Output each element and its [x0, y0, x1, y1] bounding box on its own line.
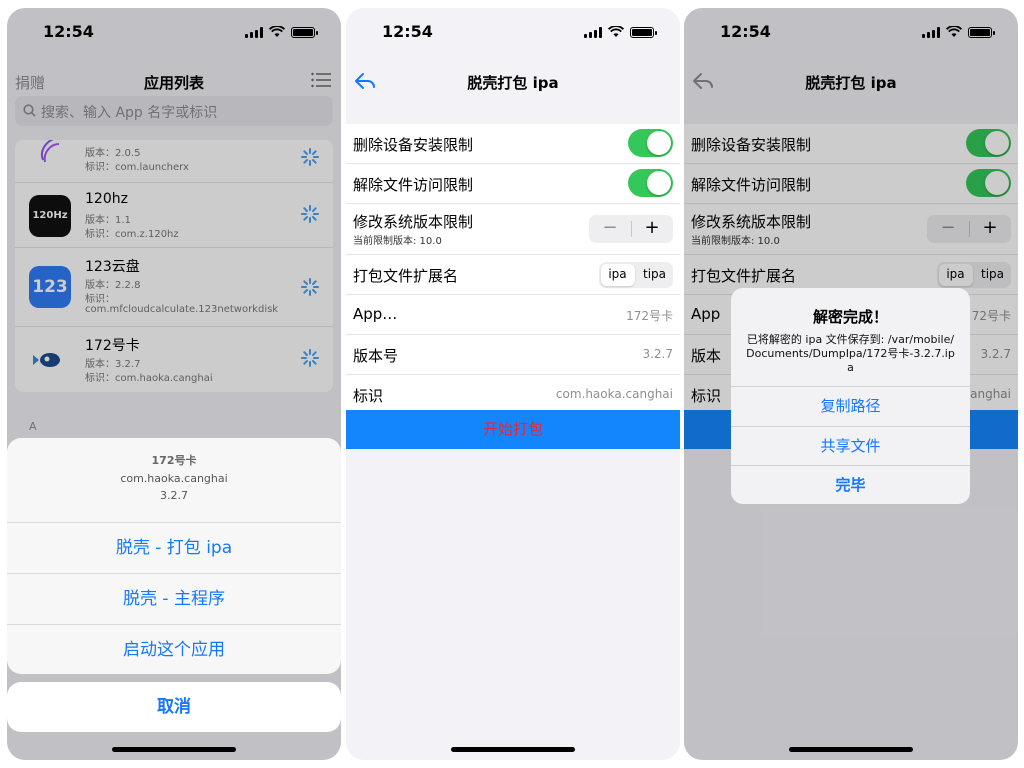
dump-main-binary-button[interactable]: 脱壳 - 主程序 — [7, 574, 341, 625]
nav-bar: 脱壳打包 ipa — [346, 58, 680, 102]
row-label: 解除文件访问限制 — [353, 176, 474, 194]
file-access-row: 解除文件访问限制 — [346, 164, 680, 204]
install-limit-toggle[interactable] — [628, 129, 673, 157]
bundle-id-value: com.haoka.canghai — [555, 387, 673, 401]
dump-complete-screen: 12:54 脱壳打包 ipa 删除设备安装限制 解除文件访问限制 修改系统版本限… — [684, 8, 1018, 760]
row-label: 打包文件扩展名 — [353, 267, 459, 285]
sheet-bundle: com.haoka.canghai — [120, 472, 228, 485]
cellular-signal-icon — [584, 26, 602, 38]
share-file-button[interactable]: 共享文件 — [731, 426, 970, 466]
home-indicator[interactable] — [451, 747, 575, 752]
wifi-icon — [608, 26, 624, 37]
alert-message: 已将解密的 ipa 文件保存到: /var/mobile/Documents/D… — [746, 333, 955, 374]
settings-group: 删除设备安装限制 解除文件访问限制 修改系统版本限制 当前限制版本: 10.0 … — [346, 124, 680, 415]
version-stepper: − + — [589, 215, 673, 243]
action-sheet-header: 172号卡 com.haoka.canghai 3.2.7 — [7, 438, 341, 523]
status-bar: 12:54 — [346, 8, 680, 58]
sheet-title: 172号卡 — [151, 454, 197, 467]
current-limit-note: 当前限制版本: 10.0 — [353, 236, 442, 247]
extension-row: 打包文件扩展名 ipa tipa — [346, 255, 680, 295]
app-list-screen: 12:54 捐赠 应用列表 搜索、输入 App 名字或标识 版本：2.0.5 标… — [7, 8, 341, 760]
page-title: 脱壳打包 ipa — [467, 74, 559, 92]
home-indicator[interactable] — [789, 747, 913, 752]
copy-path-button[interactable]: 复制路径 — [731, 386, 970, 426]
status-time: 12:54 — [382, 22, 433, 41]
done-button[interactable]: 完毕 — [731, 465, 970, 504]
dump-ipa-button[interactable]: 脱壳 - 打包 ipa — [7, 523, 341, 574]
row-label: 删除设备安装限制 — [353, 136, 474, 154]
version-value: 3.2.7 — [642, 347, 673, 361]
row-label: 版本号 — [353, 347, 399, 365]
home-indicator[interactable] — [112, 747, 236, 752]
version-limit-row: 修改系统版本限制 当前限制版本: 10.0 − + — [346, 204, 680, 255]
row-label: App… — [353, 305, 398, 323]
extension-segmented-control: ipa tipa — [599, 262, 673, 288]
battery-icon — [630, 26, 657, 38]
app-value: 172号卡 — [626, 309, 673, 323]
decrypt-complete-alert: 解密完成！ 已将解密的 ipa 文件保存到: /var/mobile/Docum… — [731, 288, 970, 504]
start-packaging-button[interactable]: 开始打包 — [346, 410, 680, 449]
row-label: 标识 — [353, 387, 384, 405]
stepper-minus-button[interactable]: − — [589, 217, 631, 238]
alert-title: 解密完成！ — [812, 308, 888, 326]
bundle-id-row: 标识 com.haoka.canghai — [346, 375, 680, 415]
row-label: 修改系统版本限制 — [353, 213, 474, 231]
segment-tipa[interactable]: tipa — [636, 267, 673, 281]
stepper-plus-button[interactable]: + — [631, 217, 673, 238]
version-row: 版本号 3.2.7 — [346, 335, 680, 375]
file-access-toggle[interactable] — [628, 169, 673, 197]
install-limit-row: 删除设备安装限制 — [346, 124, 680, 164]
segment-ipa[interactable]: ipa — [599, 267, 636, 281]
dump-ipa-screen: 12:54 脱壳打包 ipa 删除设备安装限制 解除文件访问限制 修改系统版本限… — [346, 8, 680, 760]
cancel-button[interactable]: 取消 — [7, 682, 341, 732]
app-row: App… 172号卡 — [346, 295, 680, 335]
sheet-version: 3.2.7 — [160, 489, 188, 502]
action-sheet: 172号卡 com.haoka.canghai 3.2.7 脱壳 - 打包 ip… — [7, 438, 341, 674]
launch-app-button[interactable]: 启动这个应用 — [7, 625, 341, 674]
